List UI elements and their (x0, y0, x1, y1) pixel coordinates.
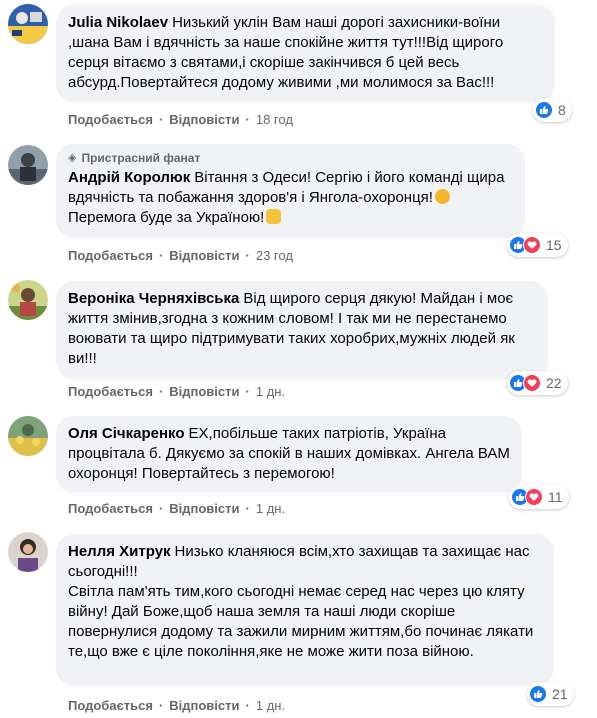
reaction-count: 21 (552, 686, 568, 702)
like-button[interactable]: Подобається (68, 112, 153, 128)
like-button[interactable]: Подобається (68, 698, 153, 714)
victory-hand-emoji (266, 209, 282, 224)
comment-bubble: Оля Січкаренко ЕХ,побільше таких патріоті… (56, 416, 522, 493)
comment-bubble: Вероніка Черняхівська Від щирого серця дя… (56, 281, 548, 379)
timestamp[interactable]: 23 год (256, 248, 293, 264)
heart-icon (523, 236, 541, 254)
heart-icon (525, 488, 543, 506)
timestamp[interactable]: 1 дн. (256, 698, 285, 714)
comment-bubble: Нелля Хитрук Низько кланяюся всім,хто зах… (56, 534, 554, 686)
reaction-count: 22 (546, 375, 562, 391)
avatar[interactable] (8, 145, 48, 185)
reply-button[interactable]: Відповісти (169, 248, 239, 264)
reaction-summary[interactable]: 21 (527, 682, 574, 706)
diamond-icon: ◈ (68, 152, 77, 164)
separator-dot: · (158, 501, 164, 516)
separator-dot: · (158, 112, 164, 127)
comment: Вероніка Черняхівська Від щирого серця дя… (0, 278, 597, 408)
handshake-emoji (434, 189, 450, 204)
reaction-summary[interactable]: 22 (507, 371, 568, 395)
avatar[interactable] (8, 4, 48, 44)
reaction-count: 11 (548, 489, 563, 505)
comment: Оля Січкаренко ЕХ,побільше таких патріоті… (0, 413, 597, 523)
top-fan-badge[interactable]: ◈ Пристрасний фанат (68, 150, 513, 166)
comment-actions: Подобається · Відповісти · 1 дн. (68, 384, 285, 400)
author-name[interactable]: Оля Січкаренко (68, 425, 185, 442)
reaction-summary[interactable]: 15 (507, 233, 568, 257)
separator-dot: · (245, 698, 250, 713)
separator-dot: · (158, 698, 164, 713)
comment-actions: Подобається · Відповісти · 18 год (68, 112, 293, 128)
avatar[interactable] (8, 416, 48, 456)
comment: Julia Nikolaev Низький уклін Вам наші дор… (0, 0, 597, 135)
separator-dot: · (245, 112, 250, 127)
comment-text: Низько кланяюся всім,хто захищав та захи… (68, 543, 534, 660)
timestamp[interactable]: 18 год (256, 112, 293, 128)
badge-label: Пристрасний фанат (81, 151, 201, 165)
separator-dot: · (158, 384, 164, 399)
avatar[interactable] (8, 280, 48, 320)
timestamp[interactable]: 1 дн. (256, 384, 285, 400)
comment-text-end: Перемога буде за Україною! (68, 209, 265, 226)
author-name[interactable]: Андрій Королюк (68, 169, 190, 186)
comment-actions: Подобається · Відповісти · 23 год (68, 248, 293, 264)
thumbs-up-icon (535, 101, 553, 119)
reaction-summary[interactable]: 8 (533, 98, 572, 122)
separator-dot: · (245, 248, 250, 263)
like-button[interactable]: Подобається (68, 248, 153, 264)
comment: ◈ Пристрасний фанат Андрій Королюк Вітання… (0, 140, 597, 275)
comment-actions: Подобається · Відповісти · 1 дн. (68, 501, 285, 517)
reaction-summary[interactable]: 11 (509, 485, 569, 509)
comment-bubble: Julia Nikolaev Низький уклін Вам наші дор… (56, 5, 555, 102)
comment-bubble: ◈ Пристрасний фанат Андрій Королюк Вітання… (56, 144, 525, 238)
separator-dot: · (245, 501, 250, 516)
separator-dot: · (158, 248, 164, 263)
reply-button[interactable]: Відповісти (169, 501, 239, 517)
reaction-count: 8 (558, 102, 566, 118)
reply-button[interactable]: Відповісти (169, 384, 239, 400)
reaction-count: 15 (546, 237, 562, 253)
reply-button[interactable]: Відповісти (169, 112, 239, 128)
timestamp[interactable]: 1 дн. (256, 501, 285, 517)
comment: Нелля Хитрук Низько кланяюся всім,хто зах… (0, 530, 597, 718)
heart-icon (523, 374, 541, 392)
like-button[interactable]: Подобається (68, 501, 153, 517)
avatar[interactable] (8, 532, 48, 572)
thumbs-up-icon (529, 685, 547, 703)
comment-actions: Подобається · Відповісти · 1 дн. (68, 698, 285, 714)
separator-dot: · (245, 384, 250, 399)
reply-button[interactable]: Відповісти (169, 698, 239, 714)
author-name[interactable]: Julia Nikolaev (68, 14, 168, 31)
author-name[interactable]: Нелля Хитрук (68, 543, 171, 560)
like-button[interactable]: Подобається (68, 384, 153, 400)
author-name[interactable]: Вероніка Черняхівська (68, 290, 239, 307)
